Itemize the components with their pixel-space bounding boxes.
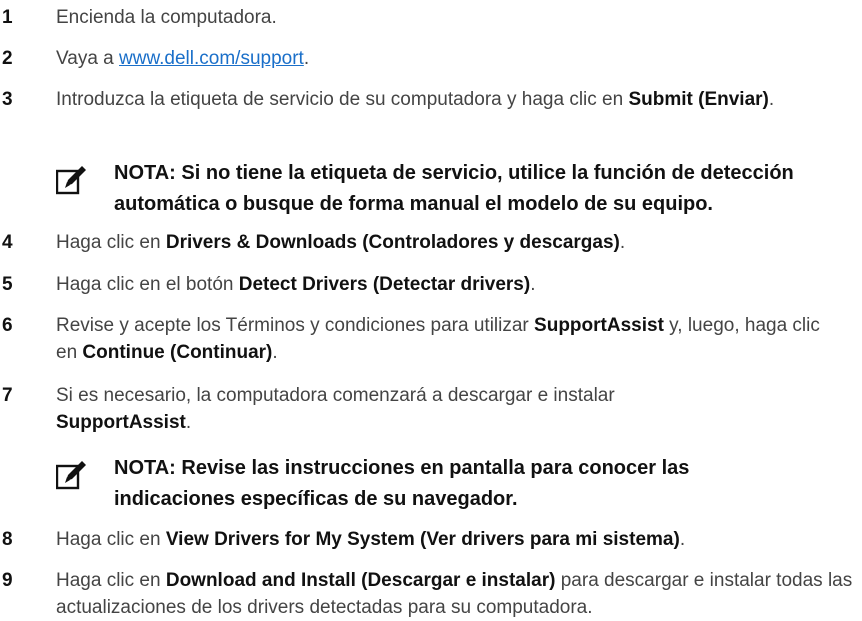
step-text-segment: Revise y acepte los Términos y condicion… xyxy=(56,315,535,336)
support-link[interactable]: www.dell.com/support xyxy=(119,48,304,69)
step-text: Haga clic en View Drivers for My System … xyxy=(56,526,856,553)
bold-term: SupportAssist xyxy=(56,412,186,433)
step-text: Introduzca la etiqueta de servicio de su… xyxy=(56,86,796,113)
step-text-segment: . xyxy=(768,89,775,110)
step-text-segment: Haga clic en el botón xyxy=(56,274,239,295)
step-text-segment: . xyxy=(185,412,192,433)
step-text: Haga clic en Download and Install (Desca… xyxy=(56,567,856,621)
pencil-note-icon xyxy=(56,166,86,195)
step-text-segment: Encienda la computadora. xyxy=(56,7,277,28)
bold-term: Drivers & Downloads (Controladores y des… xyxy=(165,232,620,253)
step-text-segment: Si es necesario, la computadora comenzar… xyxy=(56,385,615,406)
step-number: 3 xyxy=(2,89,13,110)
step-text: Revise y acepte los Términos y condicion… xyxy=(56,312,836,366)
bold-term: Submit (Enviar) xyxy=(628,89,769,110)
step-text-segment: Haga clic en xyxy=(56,570,166,591)
step-text-segment: . xyxy=(619,232,626,253)
step-number: 1 xyxy=(2,7,13,28)
step-text: Haga clic en Drivers & Downloads (Contro… xyxy=(56,229,856,256)
step-text: Si es necesario, la computadora comenzar… xyxy=(56,382,696,436)
step-number: 5 xyxy=(2,274,13,295)
step-text-segment: . xyxy=(530,274,536,295)
step-number: 6 xyxy=(2,315,13,336)
step-text-segment: . xyxy=(272,342,278,363)
note-text: NOTA: Revise las instrucciones en pantal… xyxy=(114,457,690,510)
step-text-segment: Haga clic en xyxy=(56,529,166,550)
step-text-segment: . xyxy=(303,48,310,69)
step-text-segment: Vaya a xyxy=(56,48,120,69)
pencil-note-icon xyxy=(56,461,86,490)
step-number: 4 xyxy=(2,232,13,253)
step-number: 8 xyxy=(2,529,13,550)
step-text: Vaya a www.dell.com/support. xyxy=(56,45,856,72)
step-text-segment: Introduzca la etiqueta de servicio de su… xyxy=(56,89,629,110)
bold-term: SupportAssist xyxy=(534,315,664,336)
step-number: 9 xyxy=(2,570,13,591)
bold-term: Detect Drivers (Detectar drivers) xyxy=(238,274,531,295)
bold-term: Download and Install (Descargar e instal… xyxy=(165,570,556,591)
step-text-segment: . xyxy=(679,529,686,550)
bold-term: Continue (Continuar) xyxy=(82,342,273,363)
step-text-segment: Haga clic en xyxy=(56,232,166,253)
bold-term: View Drivers for My System (Ver drivers … xyxy=(165,529,680,550)
step-number: 2 xyxy=(2,48,13,69)
step-text: Haga clic en el botón Detect Drivers (De… xyxy=(56,271,856,298)
note-text: NOTA: Si no tiene la etiqueta de servici… xyxy=(114,162,794,215)
step-number: 7 xyxy=(2,385,13,406)
step-text: Encienda la computadora. xyxy=(56,4,856,31)
